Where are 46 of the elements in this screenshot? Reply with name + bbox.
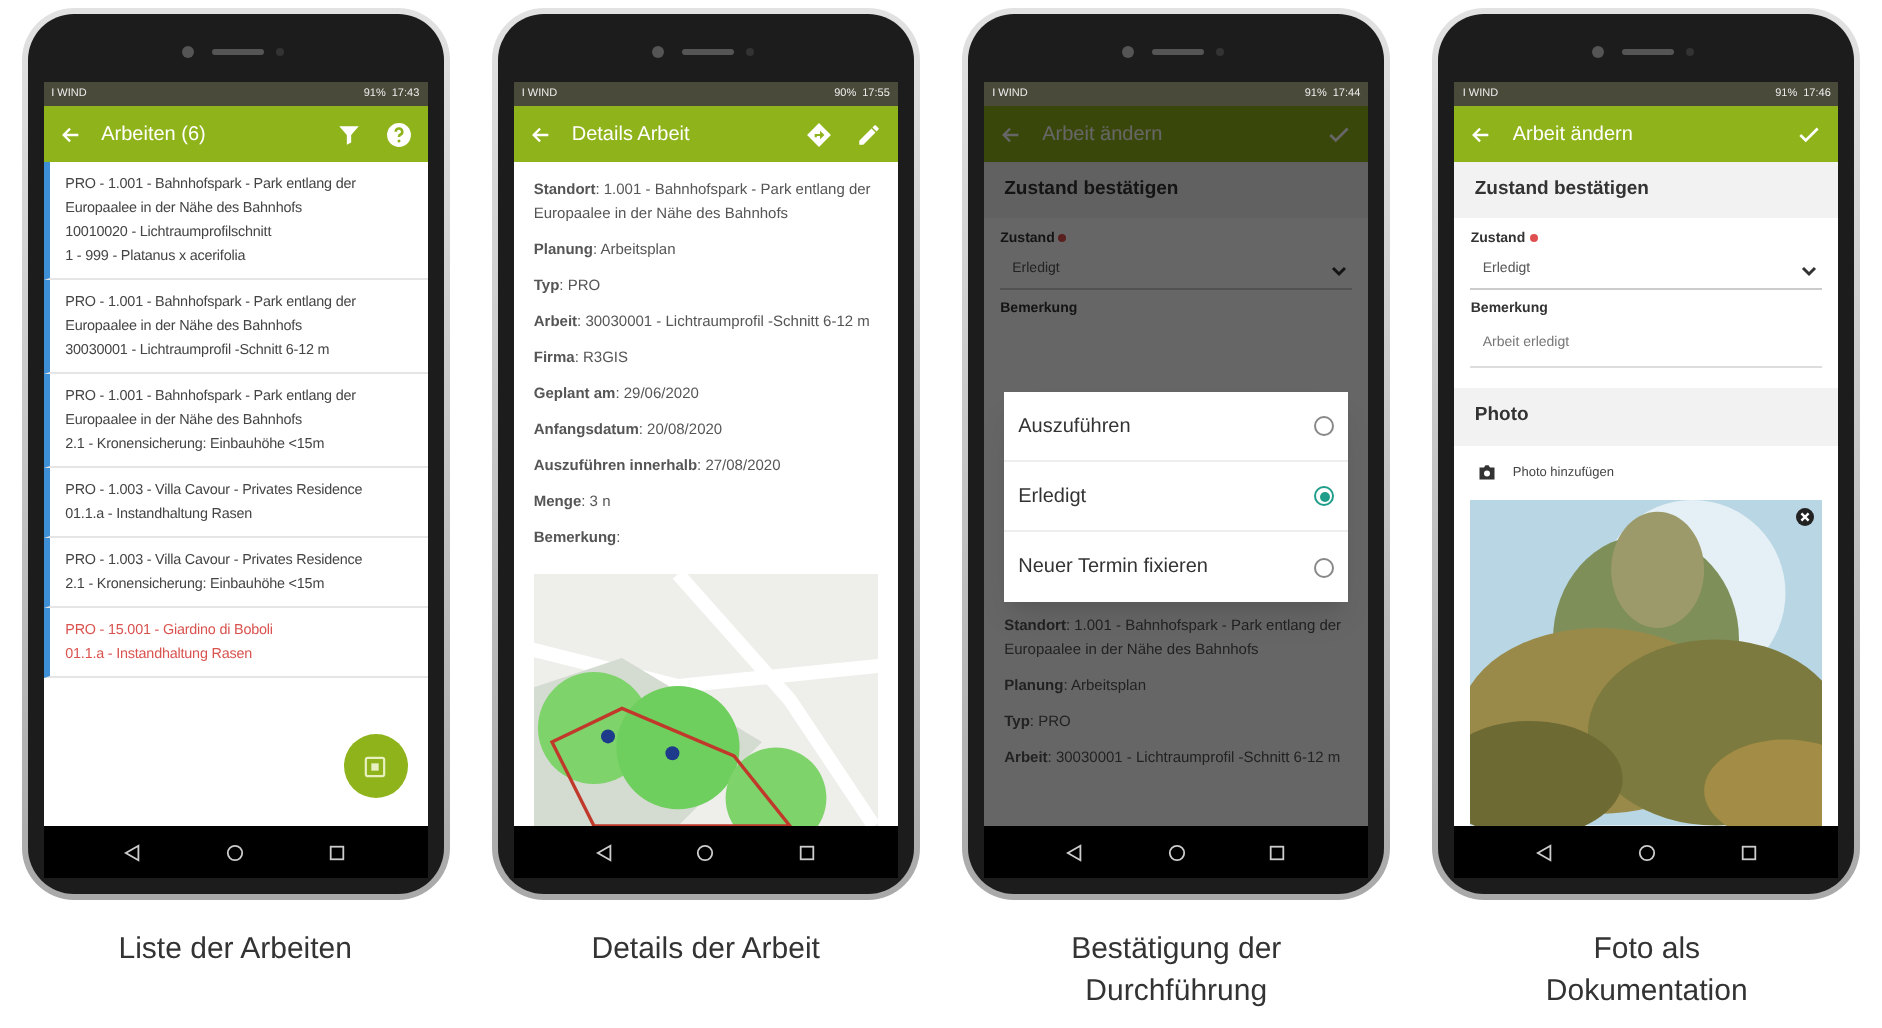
- screen-title: Arbeit ändern: [1042, 121, 1165, 149]
- option-label: Auszuführen: [1018, 413, 1131, 441]
- radio-button[interactable]: [1314, 486, 1335, 506]
- scan-icon: [364, 755, 387, 777]
- scan-fab[interactable]: [343, 734, 408, 798]
- recents-icon[interactable]: [1739, 843, 1758, 861]
- back-arrow-icon[interactable]: [59, 123, 82, 145]
- section-header: Zustand bestätigen: [1454, 162, 1839, 219]
- camera-icon: [1478, 464, 1497, 481]
- close-icon[interactable]: [1796, 508, 1815, 527]
- option-label: Neuer Termin fixieren: [1018, 554, 1208, 582]
- back-icon[interactable]: [124, 843, 143, 861]
- caption: Details der Arbeit: [591, 930, 820, 970]
- recents-icon[interactable]: [327, 843, 346, 861]
- screen-title: Details Arbeit: [571, 121, 692, 149]
- back-arrow-icon[interactable]: [1000, 123, 1023, 145]
- caption: Liste der Arbeiten: [118, 930, 352, 970]
- caption: Bestätigung der Durchführung: [1071, 930, 1282, 1012]
- back-arrow-icon[interactable]: [1470, 123, 1493, 145]
- home-icon[interactable]: [696, 843, 715, 861]
- state-option[interactable]: Neuer Termin fixieren: [1004, 532, 1349, 602]
- caption: Foto als Dokumentation: [1545, 930, 1748, 1012]
- chevron-down-icon: [1800, 261, 1819, 279]
- back-arrow-icon[interactable]: [529, 123, 552, 145]
- screen-title: Arbeiten (6): [101, 121, 208, 149]
- home-icon[interactable]: [1637, 843, 1656, 861]
- section-header: Zustand bestätigen: [984, 162, 1369, 219]
- back-icon[interactable]: [1065, 843, 1084, 861]
- option-label: Erledigt: [1018, 483, 1087, 511]
- chevron-down-icon: [1330, 261, 1349, 279]
- screen-title: Arbeit ändern: [1512, 121, 1635, 149]
- radio-button[interactable]: [1314, 416, 1335, 436]
- directions-icon[interactable]: [805, 121, 832, 147]
- state-option[interactable]: Auszuführen: [1004, 392, 1349, 462]
- pencil-icon[interactable]: [855, 121, 882, 147]
- radio-button[interactable]: [1314, 557, 1335, 577]
- recents-icon[interactable]: [798, 843, 817, 861]
- home-icon[interactable]: [1167, 843, 1186, 861]
- back-icon[interactable]: [595, 843, 614, 861]
- filter-icon[interactable]: [335, 121, 362, 147]
- recents-icon[interactable]: [1268, 843, 1287, 861]
- help-icon[interactable]: [385, 121, 412, 147]
- home-icon[interactable]: [226, 843, 245, 861]
- back-icon[interactable]: [1536, 843, 1555, 861]
- state-option[interactable]: Erledigt: [1004, 462, 1349, 532]
- section-header: Photo: [1454, 388, 1839, 445]
